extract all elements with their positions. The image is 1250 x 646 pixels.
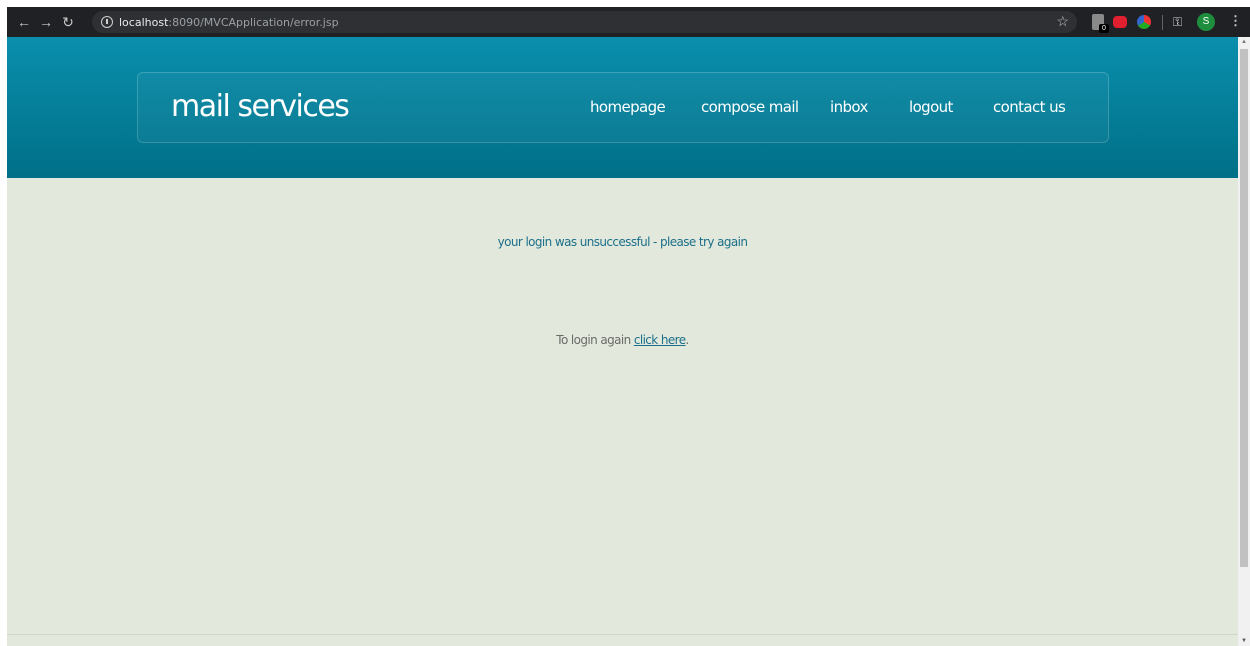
extension-badge: 0 bbox=[1099, 24, 1109, 33]
nav-logout[interactable]: logout bbox=[909, 98, 953, 116]
click-here-link[interactable]: click here bbox=[634, 333, 686, 347]
extension-color-icon[interactable] bbox=[1137, 15, 1151, 29]
forward-arrow-icon[interactable]: → bbox=[35, 14, 57, 30]
url-host: localhost bbox=[119, 15, 169, 29]
nav-contact-us[interactable]: contact us bbox=[993, 98, 1066, 116]
info-icon[interactable] bbox=[101, 16, 113, 28]
url-text[interactable]: localhost:8090/MVCApplication/error.jsp bbox=[119, 16, 339, 29]
error-message: your login was unsuccessful - please try… bbox=[497, 235, 748, 249]
nav-compose-mail[interactable]: compose mail bbox=[701, 98, 799, 116]
browser-toolbar: ← → ↻ localhost:8090/MVCApplication/erro… bbox=[7, 7, 1250, 37]
site-header: mail services homepage compose mail inbo… bbox=[7, 37, 1238, 178]
scroll-thumb[interactable] bbox=[1240, 49, 1248, 567]
vertical-scrollbar[interactable]: ▲ ▼ bbox=[1238, 37, 1250, 646]
url-path: :8090/MVCApplication/error.jsp bbox=[168, 15, 339, 29]
nav-inbox[interactable]: inbox bbox=[830, 98, 868, 116]
extension-red-icon[interactable] bbox=[1113, 16, 1127, 28]
relogin-prefix: To login again bbox=[556, 333, 634, 347]
scroll-up-icon[interactable]: ▲ bbox=[1241, 39, 1247, 45]
extension-icon[interactable]: 0 bbox=[1092, 14, 1109, 33]
address-bar[interactable]: localhost:8090/MVCApplication/error.jsp … bbox=[92, 11, 1077, 33]
site-logo[interactable]: mail services bbox=[171, 89, 350, 124]
page-viewport: mail services homepage compose mail inbo… bbox=[7, 37, 1238, 646]
back-arrow-icon[interactable]: ← bbox=[13, 14, 35, 30]
reload-icon[interactable]: ↻ bbox=[57, 14, 79, 31]
relogin-text: To login again click here. bbox=[7, 333, 1238, 347]
toolbar-divider bbox=[1162, 15, 1163, 30]
key-icon[interactable]: ⚿ bbox=[1173, 15, 1182, 30]
relogin-suffix: . bbox=[685, 333, 690, 347]
nav-homepage[interactable]: homepage bbox=[590, 98, 666, 116]
profile-avatar[interactable]: S bbox=[1197, 13, 1215, 31]
menu-dots-icon[interactable]: ⋮ bbox=[1229, 13, 1242, 29]
star-icon[interactable]: ☆ bbox=[1056, 13, 1069, 30]
scroll-down-icon[interactable]: ▼ bbox=[1241, 638, 1247, 644]
browser-window: ← → ↻ localhost:8090/MVCApplication/erro… bbox=[7, 7, 1250, 646]
footer-divider bbox=[7, 634, 1238, 635]
